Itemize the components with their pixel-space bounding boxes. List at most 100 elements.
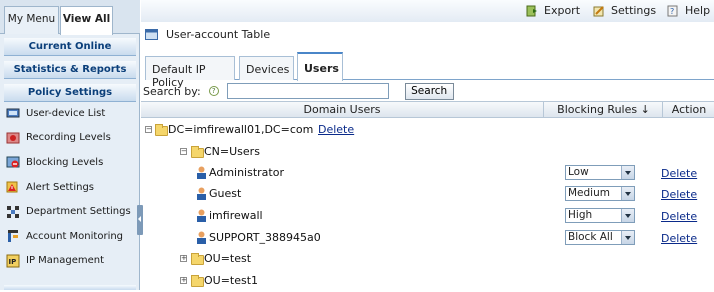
help-button[interactable]: ? Help <box>667 4 710 17</box>
blocking-rule-select[interactable]: Low <box>565 165 635 180</box>
table-header: Domain Users Blocking Rules ↓ Action <box>141 101 714 118</box>
tree-node-label[interactable]: OU=test1 <box>204 274 258 287</box>
tree-row-user: Administrator Low Delete <box>141 162 714 184</box>
recording-icon <box>6 132 20 144</box>
chevron-down-icon <box>621 187 634 200</box>
delete-link[interactable]: Delete <box>661 188 697 201</box>
user-icon <box>197 209 206 222</box>
export-button[interactable]: Export <box>526 4 580 17</box>
search-input[interactable] <box>226 83 389 99</box>
nav-item-alert-settings[interactable]: Alert Settings <box>0 175 140 200</box>
expand-toggle-icon[interactable]: + <box>180 277 187 284</box>
blocking-icon <box>6 156 20 168</box>
user-name[interactable]: Administrator <box>209 166 284 179</box>
expand-toggle-icon[interactable]: + <box>180 255 187 262</box>
export-icon <box>526 5 537 16</box>
column-header-action: Action <box>671 103 707 116</box>
tab-view-all[interactable]: View All <box>60 6 113 35</box>
svg-text:?: ? <box>670 7 674 16</box>
tree-node-label[interactable]: DC=imfirewall01,DC=com <box>168 123 313 136</box>
left-panel-footer <box>4 285 136 290</box>
tab-devices[interactable]: Devices <box>239 56 294 80</box>
selected-value: High <box>568 209 593 221</box>
tree-row-user: Guest Medium Delete <box>141 183 714 205</box>
section-current-online[interactable]: Current Online <box>4 38 136 56</box>
main-panel: Export Settings ? Help User-account Tabl… <box>141 0 714 290</box>
nav-item-label: User-device List <box>26 107 106 119</box>
tree-row-root: − DC=imfirewall01,DC=com Delete <box>141 119 714 141</box>
department-icon <box>7 205 19 218</box>
nav-item-label: Alert Settings <box>26 181 94 193</box>
chevron-down-icon <box>621 209 634 222</box>
blocking-rule-select[interactable]: Medium <box>565 186 635 201</box>
user-name[interactable]: SUPPORT_388945a0 <box>209 231 321 244</box>
section-statistics-reports[interactable]: Statistics & Reports <box>4 61 136 79</box>
nav-item-department-settings[interactable]: Department Settings <box>0 199 140 224</box>
search-help-icon[interactable]: ? <box>208 86 219 96</box>
blocking-rule-select[interactable]: High <box>565 208 635 223</box>
svg-text:IP: IP <box>9 258 17 266</box>
collapse-toggle-icon[interactable]: − <box>145 126 152 133</box>
nav-item-blocking-levels[interactable]: Blocking Levels <box>0 150 140 175</box>
page-title: User-account Table <box>166 27 271 41</box>
tree-row-user: imfirewall High Delete <box>141 205 714 227</box>
monitoring-icon <box>8 230 18 243</box>
nav-item-ip-management[interactable]: IP IP Management <box>0 249 140 274</box>
left-panel: My Menu View All Current Online Statisti… <box>0 0 140 290</box>
collapse-toggle-icon[interactable]: − <box>180 148 187 155</box>
tree-row-ou-test: + OU=test <box>141 248 714 270</box>
nav-item-label: IP Management <box>26 255 105 267</box>
folder-icon <box>191 146 204 158</box>
blocking-rule-select[interactable]: Block All <box>565 230 635 245</box>
delete-link[interactable]: Delete <box>661 210 697 223</box>
alert-icon <box>6 181 18 193</box>
left-tab-bar: My Menu View All <box>0 0 140 35</box>
user-device-icon <box>6 108 20 118</box>
search-button[interactable]: Search <box>404 82 454 100</box>
tab-users[interactable]: Users <box>297 52 343 81</box>
chevron-down-icon <box>621 166 634 179</box>
folder-icon <box>191 275 204 287</box>
tree-node-label[interactable]: CN=Users <box>204 145 260 158</box>
nav-item-account-monitoring[interactable]: Account Monitoring <box>0 224 140 249</box>
content-tabs: Default IP Policy Devices Users <box>145 52 714 89</box>
section-policy-settings[interactable]: Policy Settings <box>4 84 136 102</box>
user-name[interactable]: Guest <box>209 187 241 200</box>
nav-item-label: Account Monitoring <box>26 230 124 242</box>
selected-value: Low <box>568 166 589 178</box>
export-label: Export <box>544 4 581 17</box>
page-title-bar: User-account Table <box>141 23 714 45</box>
folder-icon <box>155 124 168 136</box>
nav-item-label: Blocking Levels <box>26 156 104 168</box>
tab-default-ip-policy[interactable]: Default IP Policy <box>145 56 235 89</box>
nav-item-recording-levels[interactable]: Recording Levels <box>0 126 140 151</box>
selected-value: Medium <box>568 187 610 199</box>
settings-label: Settings <box>611 4 657 17</box>
settings-button[interactable]: Settings <box>593 4 656 17</box>
delete-link[interactable]: Delete <box>661 232 697 245</box>
user-icon <box>197 166 206 179</box>
tree-node-label[interactable]: OU=test <box>204 252 251 265</box>
delete-link[interactable]: Delete <box>661 167 697 180</box>
policy-settings-menu: User-device List Recording Levels Blocki… <box>0 101 140 273</box>
selected-value: Block All <box>568 231 613 243</box>
search-row: Search by: ? Search <box>143 82 714 100</box>
user-icon <box>197 187 206 200</box>
nav-item-label: Department Settings <box>26 206 131 218</box>
tab-my-menu[interactable]: My Menu <box>4 6 59 34</box>
tree-row-user: SUPPORT_388945a0 Block All Delete <box>141 227 714 249</box>
nav-item-user-device-list[interactable]: User-device List <box>0 101 140 126</box>
toolbar: Export Settings ? Help <box>141 0 714 22</box>
settings-icon <box>593 5 604 16</box>
user-icon <box>197 231 206 244</box>
tree-row-cn-users: − CN=Users <box>141 141 714 163</box>
column-header-domain-users: Domain Users <box>141 102 544 118</box>
column-header-blocking-rules[interactable]: Blocking Rules ↓ <box>545 102 663 118</box>
search-label: Search by: <box>143 84 201 98</box>
delete-link[interactable]: Delete <box>318 123 354 136</box>
nav-item-label: Recording Levels <box>26 132 111 144</box>
user-name[interactable]: imfirewall <box>209 209 263 222</box>
tree-row-ou-test1: + OU=test1 <box>141 270 714 292</box>
chevron-down-icon <box>621 231 634 244</box>
folder-icon <box>191 253 204 265</box>
